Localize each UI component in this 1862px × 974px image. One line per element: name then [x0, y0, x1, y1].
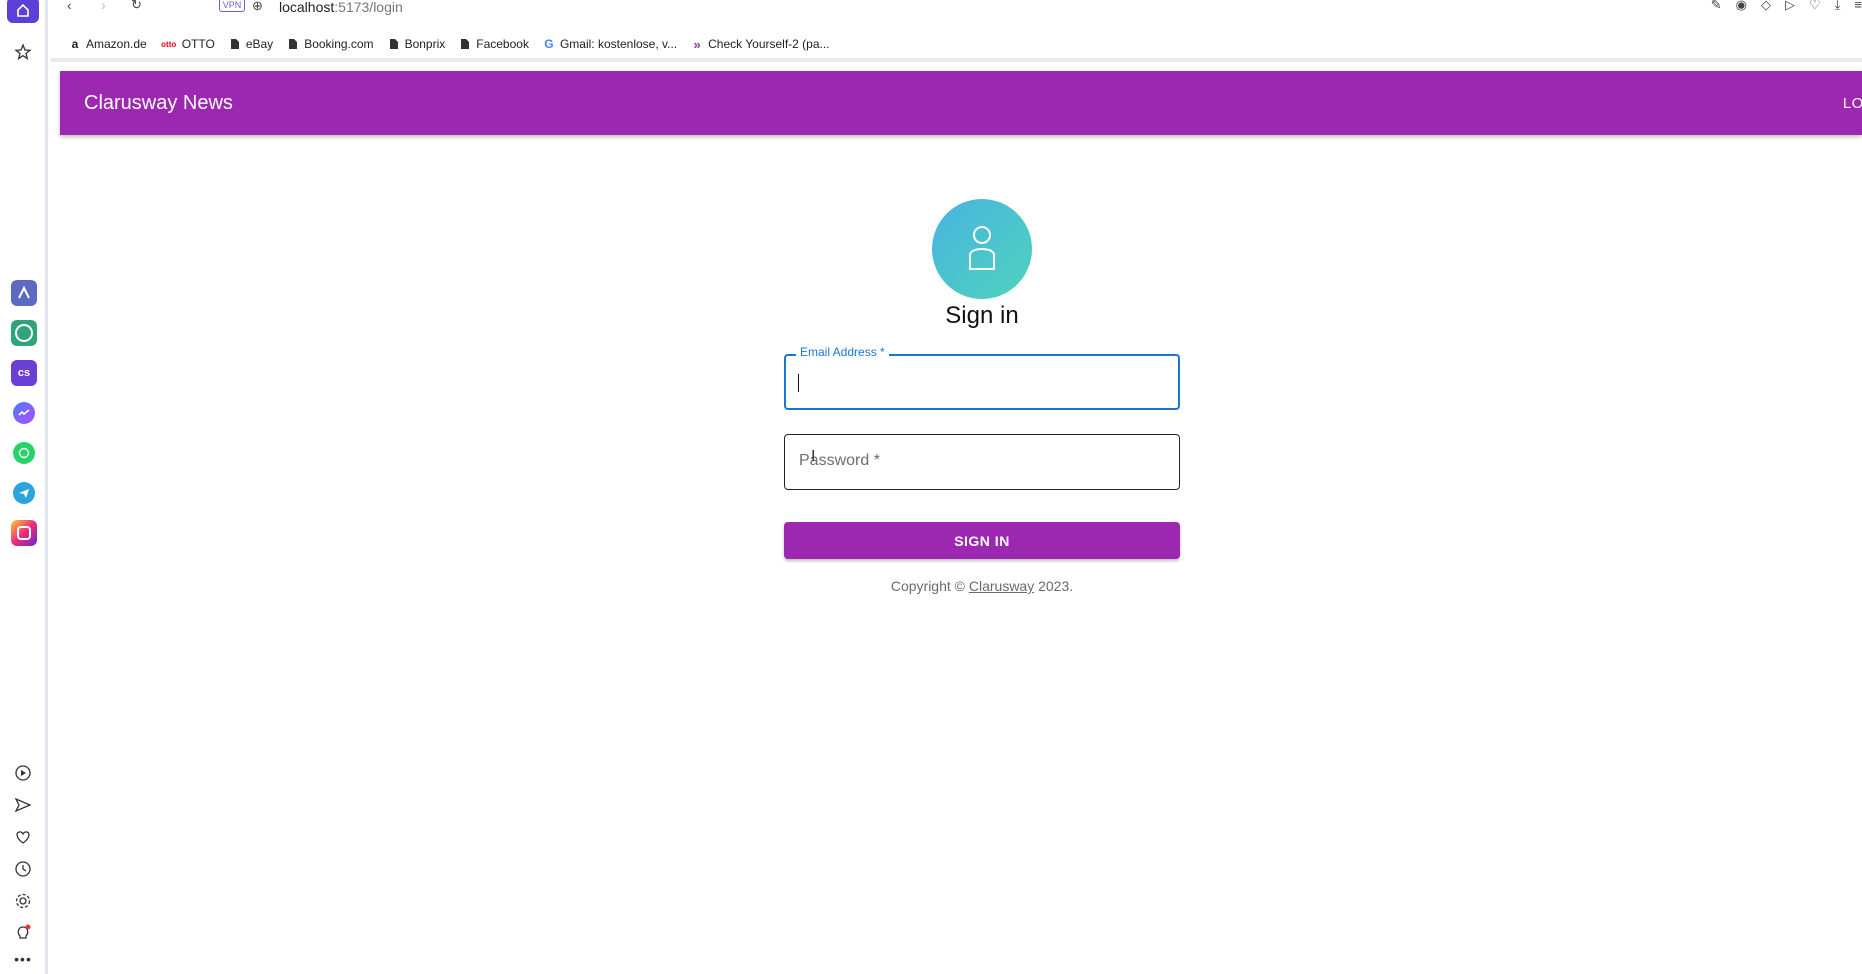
- chatgpt-app-icon[interactable]: [11, 320, 37, 346]
- clarusway-link[interactable]: Clarusway: [969, 578, 1034, 594]
- bookmark-otto[interactable]: otto OTTO: [161, 37, 215, 51]
- url-field[interactable]: localhost:5173/login: [279, 0, 403, 14]
- email-label: Email Address *: [796, 345, 889, 359]
- bookmark-booking[interactable]: Booking.com: [287, 37, 374, 51]
- heart-icon[interactable]: [7, 821, 39, 853]
- bookmark-check-yourself[interactable]: » Check Yourself-2 (pa...: [691, 36, 830, 52]
- home-icon[interactable]: [7, 0, 39, 26]
- bookmark-label: Booking.com: [304, 37, 374, 51]
- forward-icon: ›: [101, 0, 106, 13]
- back-icon[interactable]: ‹: [67, 0, 72, 13]
- bookmark-label: Amazon.de: [86, 37, 147, 51]
- bookmark-ebay[interactable]: eBay: [229, 37, 273, 51]
- whatsapp-app-icon[interactable]: [11, 440, 37, 466]
- reload-icon[interactable]: ↻: [131, 0, 142, 13]
- avatar: [932, 199, 1032, 299]
- copyright-suffix: 2023.: [1034, 578, 1074, 594]
- url-host: localhost: [279, 0, 335, 15]
- globe-icon: ⊕: [252, 0, 263, 13]
- bookmark-label: eBay: [245, 37, 274, 51]
- bookmark-label: OTTO: [181, 37, 215, 51]
- edit-icon[interactable]: ✎: [1711, 0, 1722, 13]
- person-icon: [969, 226, 995, 270]
- instagram-app-icon[interactable]: [11, 520, 37, 546]
- sign-in-button[interactable]: SIGN IN: [784, 522, 1180, 559]
- text-caret: [798, 374, 799, 392]
- bookmark-gmail[interactable]: G Gmail: kostenlose, v...: [543, 37, 677, 51]
- shield-icon[interactable]: ◇: [1761, 0, 1771, 13]
- bookmark-label: Facebook: [476, 37, 529, 51]
- page-title: Sign in: [945, 302, 1019, 329]
- browser-sidebar: cs •••: [0, 0, 48, 974]
- page-icon: [287, 38, 299, 50]
- address-bar: ‹ › ↻ VPN ⊕ localhost:5173/login ✎ ◉ ◇ ▷…: [51, 0, 1862, 16]
- history-icon[interactable]: [7, 853, 39, 885]
- settings-icon[interactable]: [7, 885, 39, 917]
- page-icon: [459, 38, 471, 50]
- page-icon: [388, 38, 400, 50]
- player-icon[interactable]: [7, 757, 39, 789]
- star-icon[interactable]: [7, 36, 39, 68]
- web-page: Clarusway News LOGIN Sign in Email Addre…: [51, 62, 1862, 974]
- heart-toolbar-icon[interactable]: ♡: [1809, 0, 1821, 13]
- otto-icon: otto: [161, 39, 177, 49]
- login-nav-button[interactable]: LOGIN: [1843, 95, 1862, 112]
- messenger-app-icon[interactable]: [11, 400, 37, 426]
- password-field[interactable]: Password *: [784, 434, 1180, 490]
- cs-app-icon[interactable]: cs: [11, 360, 37, 386]
- bookmark-bonprix[interactable]: Bonprix: [388, 37, 446, 51]
- page-icon: [229, 38, 241, 50]
- copyright-text: Copyright © Clarusway 2023.: [784, 578, 1180, 594]
- chevron-logo-icon: »: [693, 36, 701, 52]
- telegram-app-icon[interactable]: [11, 480, 37, 506]
- amazon-icon: a: [71, 37, 79, 51]
- send-toolbar-icon[interactable]: ▷: [1785, 0, 1795, 13]
- bookmark-label: Gmail: kostenlose, v...: [559, 37, 678, 51]
- app-bar: Clarusway News LOGIN: [60, 71, 1862, 135]
- toolbar-right-icons: ✎ ◉ ◇ ▷ ♡ ⤓ ≡: [1711, 0, 1862, 13]
- url-path: :5173/login: [334, 0, 403, 15]
- bookmark-amazon[interactable]: a Amazon.de: [69, 37, 147, 51]
- brand-title[interactable]: Clarusway News: [84, 91, 233, 115]
- bookmark-label: Check Yourself-2 (pa...: [708, 37, 830, 51]
- more-icon[interactable]: •••: [7, 943, 39, 974]
- menu-icon[interactable]: ≡: [1854, 0, 1862, 13]
- camera-icon[interactable]: ◉: [1736, 0, 1747, 13]
- ibeam-cursor-icon: I: [811, 448, 816, 465]
- bookmark-label: Bonprix: [404, 37, 446, 51]
- vpn-badge[interactable]: VPN: [219, 0, 245, 12]
- email-field[interactable]: Email Address *: [784, 345, 1180, 410]
- copyright-prefix: Copyright ©: [890, 578, 969, 594]
- bookmark-facebook[interactable]: Facebook: [459, 37, 529, 51]
- google-icon: G: [544, 37, 554, 51]
- download-icon[interactable]: ⤓: [1835, 0, 1841, 13]
- send-icon[interactable]: [7, 789, 39, 821]
- aria-app-icon[interactable]: [11, 280, 37, 306]
- bookmarks-bar: a Amazon.de otto OTTO eBay Booking.com B…: [51, 30, 844, 58]
